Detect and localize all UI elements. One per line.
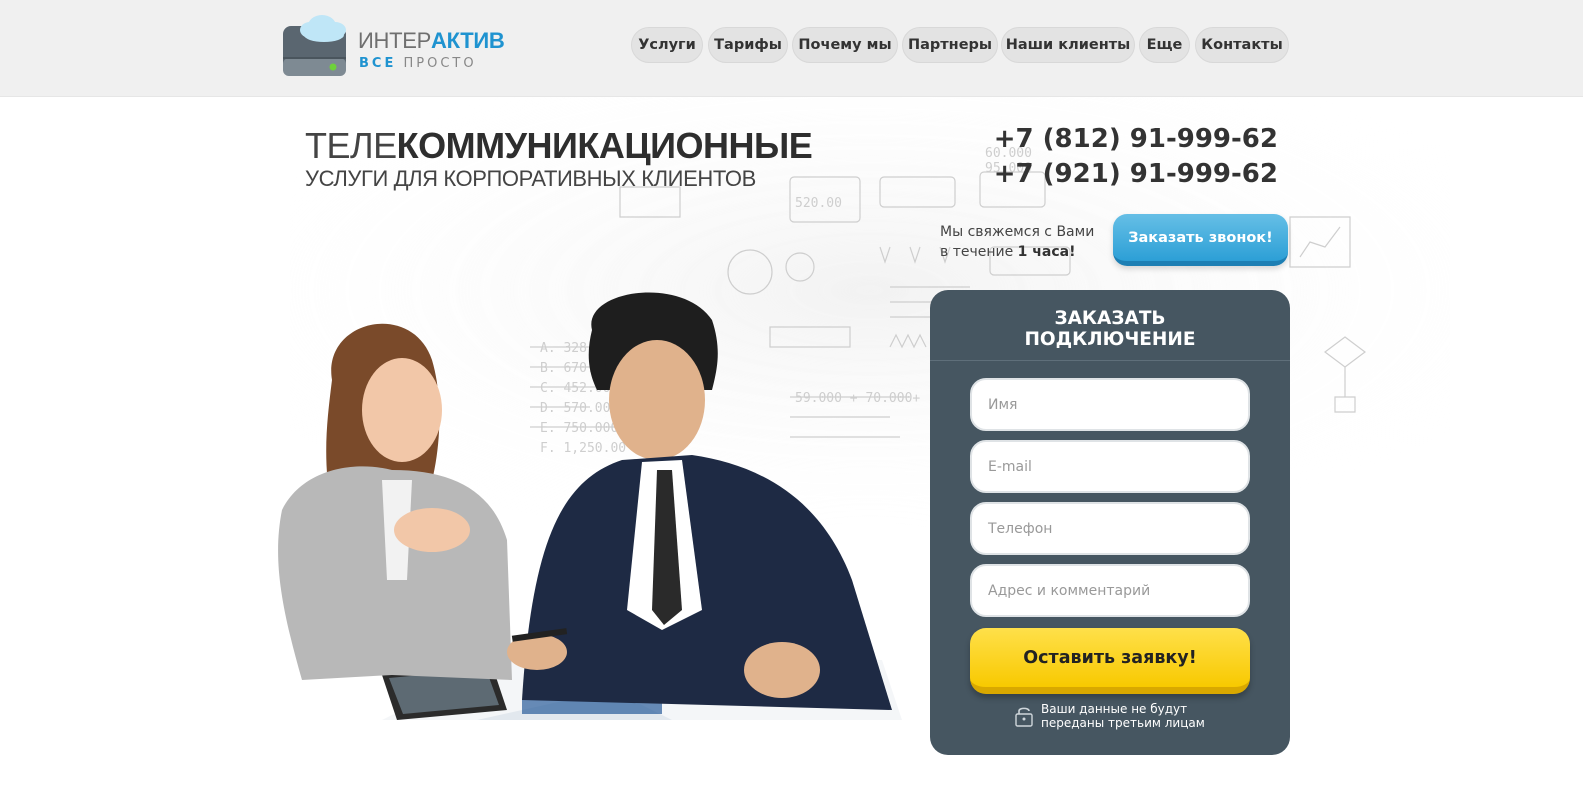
hero-headline-bold: КОММУНИКАЦИОННЫЕ <box>396 125 813 166</box>
order-connection-form: ЗАКАЗАТЬ ПОДКЛЮЧЕНИЕ Имя E-mail Телефон … <box>930 290 1290 755</box>
logo-tagline-rest: ПРОСТО <box>403 56 477 71</box>
callback-note: Мы свяжемся с Вами в течение 1 часа! <box>940 222 1110 262</box>
callback-note-line1: Мы свяжемся с Вами <box>940 224 1095 240</box>
name-input[interactable]: Имя <box>970 378 1250 431</box>
callback-note-bold: 1 часа! <box>1017 244 1076 260</box>
nav-item-why-us[interactable]: Почему мы <box>792 27 898 63</box>
privacy-text: Ваши данные не будут переданы третьим ли… <box>1041 702 1211 730</box>
submit-request-button[interactable]: Оставить заявку! <box>970 628 1250 694</box>
phone-input[interactable]: Телефон <box>970 502 1250 555</box>
hero-headline: ТЕЛЕКОММУНИКАЦИОННЫЕ <box>305 125 813 167</box>
address-comment-input[interactable]: Адрес и комментарий <box>970 564 1250 617</box>
phone-number-2[interactable]: +7 (921) 91-999-62 <box>994 159 1278 189</box>
nav-item-services[interactable]: Услуги <box>631 27 703 63</box>
order-callback-button[interactable]: Заказать звонок! <box>1113 214 1288 266</box>
hero-subheadline: УСЛУГИ ДЛЯ КОРПОРАТИВНЫХ КЛИЕНТОВ <box>305 166 756 191</box>
cloud-server-logo-icon <box>283 15 346 76</box>
business-people-photo <box>278 292 902 720</box>
nav-item-clients[interactable]: Наши клиенты <box>1001 27 1135 63</box>
nav-item-contacts[interactable]: Контакты <box>1195 27 1289 63</box>
privacy-line2: переданы третьим лицам <box>1041 716 1205 730</box>
email-input[interactable]: E-mail <box>970 440 1250 493</box>
privacy-line1: Ваши данные не будут <box>1041 702 1188 716</box>
callback-note-prefix: в течение <box>940 244 1018 260</box>
nav-item-tariffs[interactable]: Тарифы <box>708 27 788 63</box>
form-title-line2: ПОДКЛЮЧЕНИЕ <box>1024 329 1196 350</box>
logo-title-thin: ИНТЕР <box>358 28 431 53</box>
site-header: ИНТЕРАКТИВ ВСЕ ПРОСТО Услуги Тарифы Поче… <box>0 0 1583 97</box>
phone-number-1[interactable]: +7 (812) 91-999-62 <box>994 124 1278 154</box>
site-logo[interactable]: ИНТЕРАКТИВ ВСЕ ПРОСТО <box>282 8 505 78</box>
hero-headline-thin: ТЕЛЕ <box>305 125 397 166</box>
form-title-line1: ЗАКАЗАТЬ <box>1054 308 1166 329</box>
nav-item-more[interactable]: Еще <box>1139 27 1190 63</box>
lock-icon <box>1015 707 1033 727</box>
form-divider <box>930 360 1290 361</box>
logo-tagline-accent: ВСЕ <box>359 56 397 71</box>
logo-title-bold: АКТИВ <box>431 28 505 53</box>
logo-tagline: ВСЕ ПРОСТО <box>359 56 477 71</box>
nav-item-partners[interactable]: Партнеры <box>902 27 998 63</box>
form-title: ЗАКАЗАТЬ ПОДКЛЮЧЕНИЕ <box>930 308 1290 350</box>
logo-title: ИНТЕРАКТИВ <box>358 28 505 54</box>
privacy-note: Ваши данные не будут переданы третьим ли… <box>1015 702 1211 730</box>
svg-text:520.00: 520.00 <box>795 196 842 211</box>
